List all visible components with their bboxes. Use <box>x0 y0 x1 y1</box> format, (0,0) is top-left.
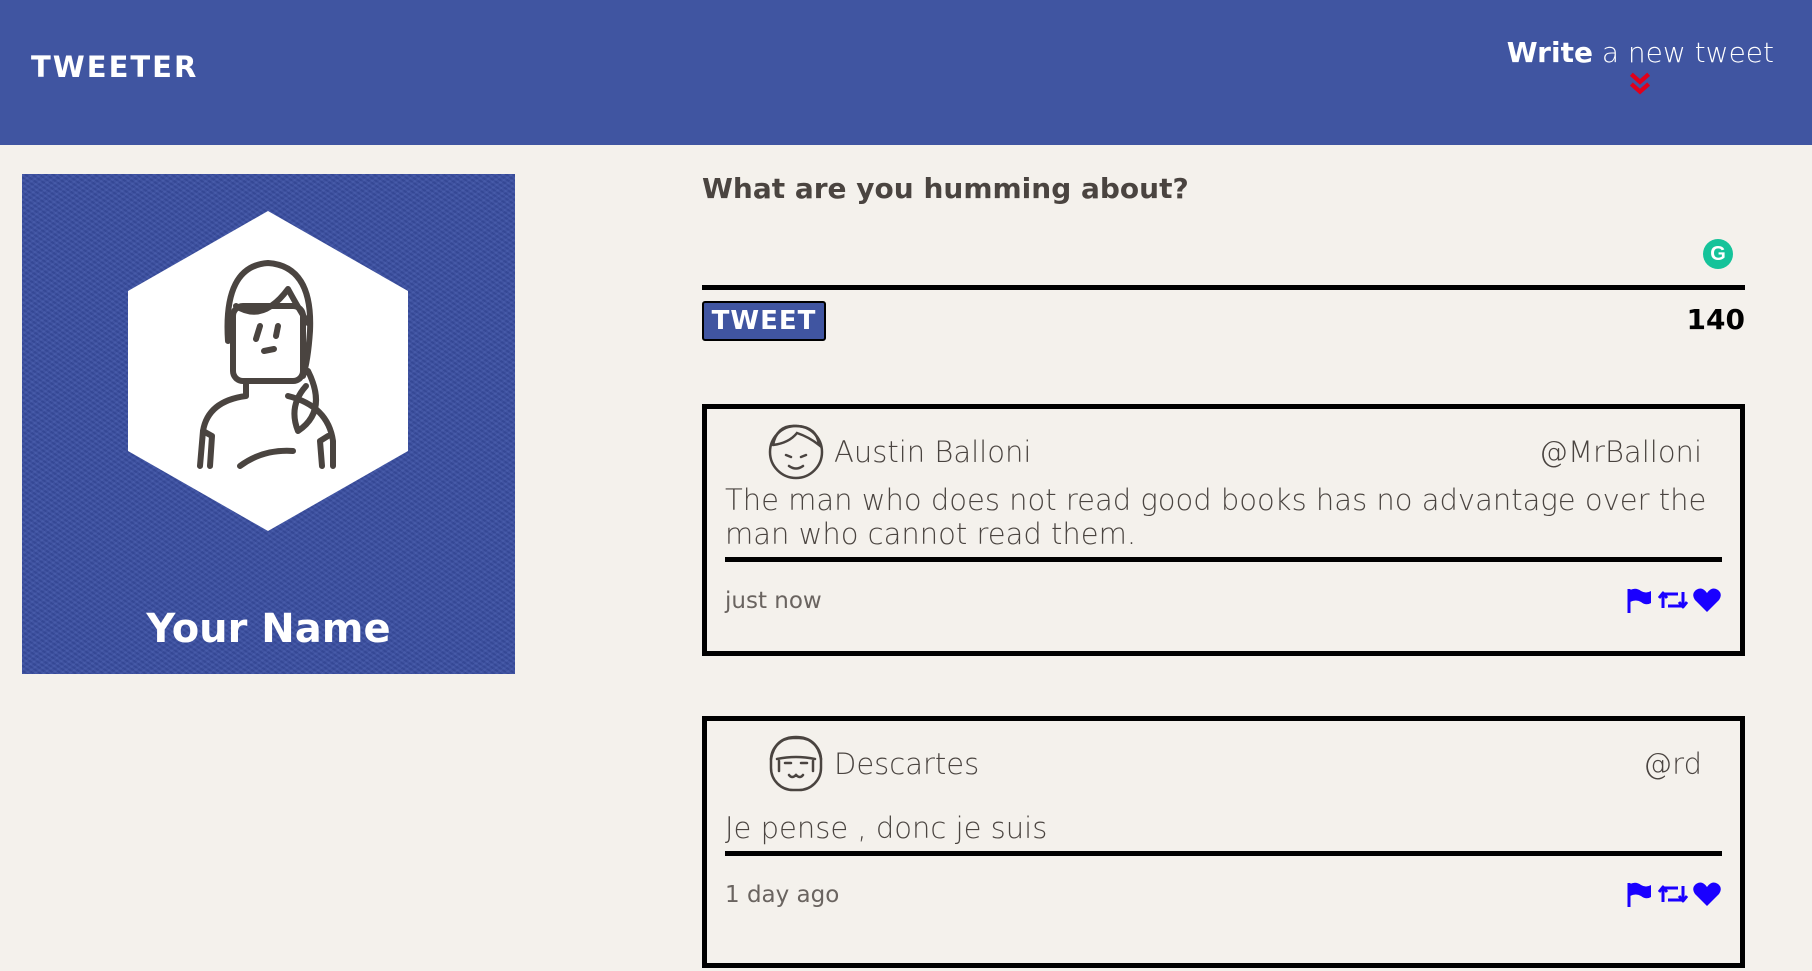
tweet-header: Austin Balloni @MrBalloni <box>707 409 1740 483</box>
write-label-rest: a new tweet <box>1592 36 1774 69</box>
profile-name: Your Name <box>146 606 391 652</box>
tweet-card: Descartes @rd Je pense , donc je suis 1 … <box>702 716 1745 968</box>
compose-actions-row: TWEET 140 <box>702 301 1745 351</box>
compose-section: What are you humming about? G TWEET 140 <box>702 172 1749 351</box>
compose-prompt: What are you humming about? <box>702 172 1189 205</box>
tweet-actions <box>1624 880 1722 908</box>
write-label-bold: Write <box>1506 36 1593 69</box>
heart-icon[interactable] <box>1692 586 1722 614</box>
tweet-footer: 1 day ago <box>707 856 1740 918</box>
tweet-content: The man who does not read good books has… <box>725 483 1722 562</box>
tweet-card: Austin Balloni @MrBalloni The man who do… <box>702 404 1745 656</box>
retweet-icon[interactable] <box>1657 880 1689 908</box>
retweet-icon[interactable] <box>1657 586 1689 614</box>
tweet-username: Descartes <box>834 747 980 781</box>
brand-logo[interactable]: TWEETER <box>31 50 198 84</box>
character-counter: 140 <box>1686 303 1745 336</box>
heart-icon[interactable] <box>1692 880 1722 908</box>
child-avatar-icon <box>769 735 823 792</box>
nav-bar: TWEETER Write a new tweet <box>0 0 1812 145</box>
tweet-footer: just now <box>707 562 1740 624</box>
flag-icon[interactable] <box>1624 880 1654 908</box>
profile-card: Your Name <box>22 174 515 674</box>
write-new-tweet-toggle[interactable]: Write a new tweet <box>1507 36 1774 97</box>
tweet-actions <box>1624 586 1722 614</box>
tweet-content: Je pense , donc je suis <box>725 811 1722 856</box>
female-avatar-icon <box>128 211 408 531</box>
tweet-handle: @MrBalloni <box>1539 435 1702 469</box>
tweet-text-input[interactable] <box>702 227 1749 289</box>
double-chevron-down-icon[interactable] <box>1627 71 1653 97</box>
tweet-header: Descartes @rd <box>707 721 1740 811</box>
tweet-timestamp: 1 day ago <box>725 882 840 908</box>
male-avatar-icon <box>768 424 824 480</box>
grammarly-icon[interactable]: G <box>1703 239 1733 269</box>
tweet-timestamp: just now <box>725 588 822 614</box>
tweet-handle: @rd <box>1643 747 1702 781</box>
compose-textarea-wrapper: G <box>702 227 1749 290</box>
flag-icon[interactable] <box>1624 586 1654 614</box>
tweet-username: Austin Balloni <box>834 435 1032 469</box>
tweet-button[interactable]: TWEET <box>702 301 826 341</box>
